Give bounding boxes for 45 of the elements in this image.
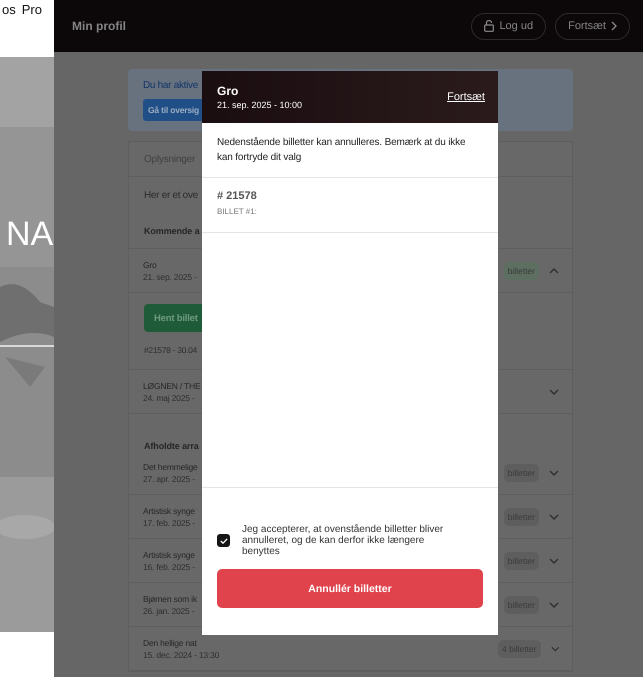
check-icon: [220, 538, 228, 544]
page-title: Min profil: [72, 19, 126, 33]
event-date: 26. jan. 2025 -: [143, 604, 194, 616]
event-title: Den hellige nat: [143, 636, 197, 648]
nav-link[interactable]: os: [2, 2, 16, 18]
event-title: Det hemmelige: [143, 460, 198, 472]
checkbox[interactable]: [217, 534, 230, 547]
modal-message: Nedenstående billetter kan annulleres. Bemærk at du ikke kan fortryde dit valg: [202, 123, 498, 178]
order-number: #21578 - 30.04: [144, 345, 197, 355]
hero-title: NA: [6, 215, 54, 253]
ticket-label: BILLET #1:: [217, 207, 258, 216]
modal-date: 21. sep. 2025 - 10:00: [217, 98, 302, 110]
chevron-down-icon[interactable]: [550, 646, 559, 652]
event-title: Gro: [143, 258, 157, 270]
chevron-right-icon: [611, 21, 617, 31]
section-heading: Afholdte arra: [144, 441, 199, 451]
chevron-down-icon[interactable]: [549, 602, 559, 608]
event-title: Bjørnen som ik: [143, 592, 197, 604]
ticket-number: # 21578: [217, 190, 258, 202]
event-date: 17. feb. 2025 -: [143, 516, 195, 528]
section-heading: Kommende a: [144, 226, 200, 236]
continue-button[interactable]: Fortsæt: [555, 12, 630, 40]
intro-text: Her er et ove: [144, 190, 198, 200]
event-title: Artistisk synge: [143, 548, 195, 560]
event-title: Artistisk synge: [143, 504, 195, 516]
event-date: 21. sep. 2025 -: [143, 270, 197, 282]
chevron-down-icon[interactable]: [549, 388, 559, 394]
logout-button[interactable]: Log ud: [471, 12, 546, 40]
event-title: LØGNEN / THE: [143, 380, 200, 392]
continue-link[interactable]: Fortsæt: [447, 91, 485, 103]
chevron-down-icon[interactable]: [549, 470, 559, 476]
event-date: 24. maj 2025 -: [143, 392, 195, 404]
chevron-down-icon[interactable]: [549, 514, 559, 520]
modal-title: Gro: [217, 84, 240, 98]
nav-link[interactable]: Pro: [22, 2, 42, 18]
consent-label: Jeg accepterer, at ovenstående billetter bliver annulleret, og de kan derfor ikke længere benyttes: [242, 524, 444, 557]
event-date: 16. feb. 2025 -: [143, 560, 195, 572]
overview-button[interactable]: Gå til oversig: [143, 99, 204, 121]
lock-icon: [484, 20, 494, 32]
chevron-up-icon[interactable]: [549, 268, 559, 274]
event-date: 15. dec. 2024 - 13:30: [143, 648, 220, 660]
chevron-down-icon[interactable]: [549, 558, 559, 564]
cancel-tickets-button[interactable]: Annullér billetter: [217, 569, 483, 608]
event-date: 27. apr. 2025 -: [143, 472, 195, 484]
notice-text: Du har aktive: [143, 79, 198, 92]
